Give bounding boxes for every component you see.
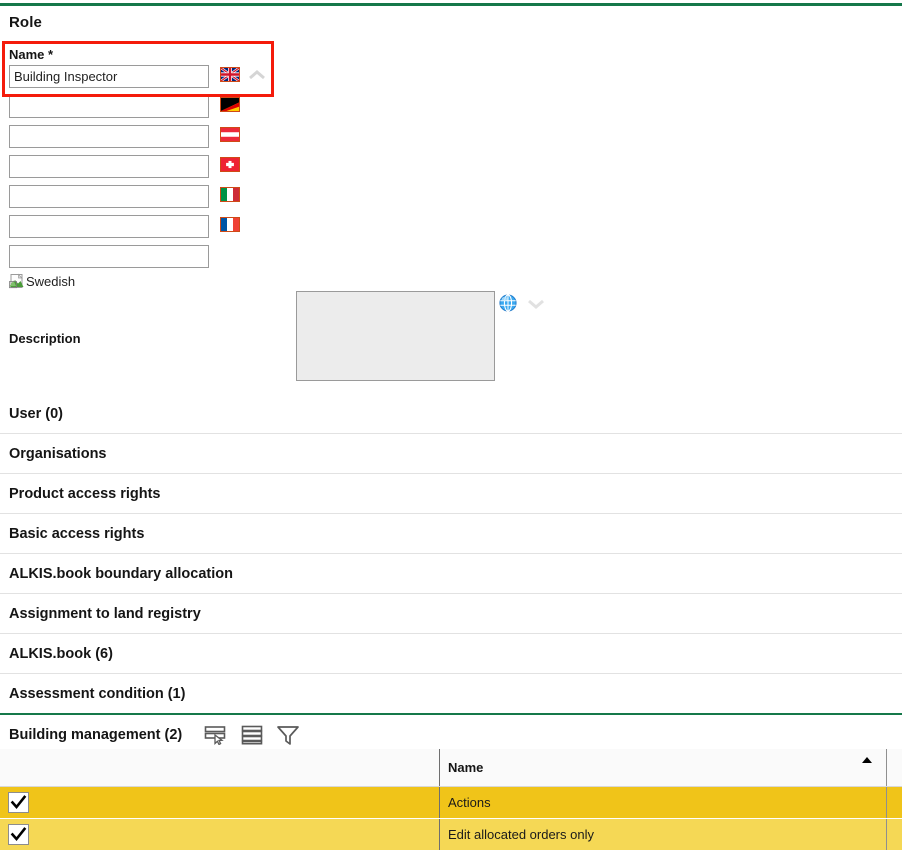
grid-header-name-label: Name xyxy=(440,760,483,775)
section-label: User (0) xyxy=(0,406,63,422)
france-flag-icon xyxy=(220,217,240,232)
language-row-german xyxy=(9,95,269,118)
section-label: ALKIS.book (6) xyxy=(0,646,113,662)
building-management-grid: Name Actions Edit allocated orders only xyxy=(0,749,902,851)
grid-row-scroll-spacer xyxy=(886,787,902,818)
name-input-swiss[interactable] xyxy=(9,155,209,178)
section-label: Basic access rights xyxy=(0,526,144,542)
language-row-swedish xyxy=(9,245,269,268)
sort-ascending-icon[interactable] xyxy=(862,757,872,763)
filter-funnel-icon[interactable] xyxy=(276,724,300,746)
language-row-french xyxy=(9,215,269,238)
grid-cell-name: Actions xyxy=(440,787,902,818)
grid-cell-name: Edit allocated orders only xyxy=(440,819,902,850)
name-input-swedish[interactable] xyxy=(9,245,209,268)
language-row-austrian xyxy=(9,125,269,148)
italy-flag-icon xyxy=(220,187,240,202)
top-accent-rule xyxy=(0,3,902,6)
grid-header-name-column[interactable]: Name xyxy=(440,749,902,786)
row-checkbox[interactable] xyxy=(8,792,29,813)
section-item-building-management[interactable]: Building management (2) xyxy=(0,713,902,754)
description-label: Description xyxy=(9,331,81,346)
broken-image-icon xyxy=(9,273,25,289)
description-textarea[interactable] xyxy=(296,291,495,381)
section-label: Product access rights xyxy=(0,486,161,502)
name-input-english[interactable] xyxy=(9,65,209,88)
chevron-up-icon[interactable] xyxy=(247,67,267,83)
germany-flag-icon xyxy=(220,97,240,112)
page-title: Role xyxy=(9,14,42,31)
grid-cell-checkbox xyxy=(0,787,440,818)
name-input-german[interactable] xyxy=(9,95,209,118)
language-row-english xyxy=(9,65,269,88)
chevron-down-icon[interactable] xyxy=(526,296,546,312)
austria-flag-icon xyxy=(220,127,240,142)
grid-vertical-scrollbar[interactable] xyxy=(886,749,902,786)
section-label: Assessment condition (1) xyxy=(0,686,185,702)
grid-cell-checkbox xyxy=(0,819,440,850)
section-label: ALKIS.book boundary allocation xyxy=(0,566,233,582)
name-input-french[interactable] xyxy=(9,215,209,238)
row-checkbox[interactable] xyxy=(8,824,29,845)
grid-header-checkbox-column xyxy=(0,749,440,786)
language-row-italian xyxy=(9,185,269,208)
name-field-label: Name * xyxy=(9,47,53,62)
section-item-assignment-to-land-registry[interactable]: Assignment to land registry xyxy=(0,593,902,633)
section-item-basic-access-rights[interactable]: Basic access rights xyxy=(0,513,902,553)
select-columns-icon[interactable] xyxy=(204,725,228,745)
section-item-assessment-condition[interactable]: Assessment condition (1) xyxy=(0,673,902,713)
swedish-flag-broken-image: Swedish xyxy=(9,273,75,289)
section-item-alkis-book-boundary-allocation[interactable]: ALKIS.book boundary allocation xyxy=(0,553,902,593)
section-label: Organisations xyxy=(0,446,107,462)
table-row[interactable]: Actions xyxy=(0,787,902,819)
section-item-user[interactable]: User (0) xyxy=(0,394,902,433)
broken-image-alt-text: Swedish xyxy=(26,274,75,289)
grid-header-row: Name xyxy=(0,749,902,787)
grid-row-scroll-spacer xyxy=(886,819,902,850)
language-row-swiss xyxy=(9,155,269,178)
section-item-product-access-rights[interactable]: Product access rights xyxy=(0,473,902,513)
section-accordion: User (0) Organisations Product access ri… xyxy=(0,394,902,754)
section-item-organisations[interactable]: Organisations xyxy=(0,433,902,473)
name-input-austrian[interactable] xyxy=(9,125,209,148)
section-item-alkis-book[interactable]: ALKIS.book (6) xyxy=(0,633,902,673)
name-input-italian[interactable] xyxy=(9,185,209,208)
list-rows-icon[interactable] xyxy=(241,725,263,745)
section-label: Assignment to land registry xyxy=(0,606,201,622)
table-row[interactable]: Edit allocated orders only xyxy=(0,819,902,851)
section-label: Building management (2) xyxy=(0,727,182,743)
globe-icon[interactable] xyxy=(499,294,517,312)
grid-toolbar xyxy=(204,724,300,746)
switzerland-flag-icon xyxy=(220,157,240,172)
united-kingdom-flag-icon xyxy=(220,67,240,82)
